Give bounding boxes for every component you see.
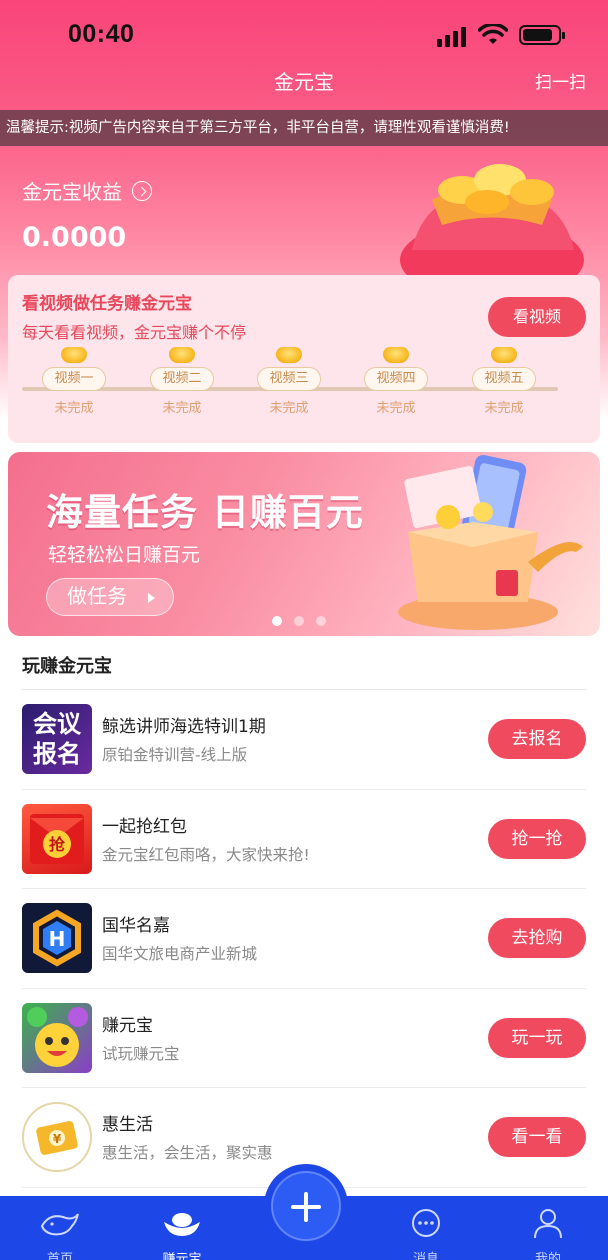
earnings-label: 金元宝收益 (22, 180, 122, 204)
ingot-icon (276, 347, 302, 363)
step-status: 未完成 (376, 401, 416, 416)
ingot-icon (164, 1213, 200, 1236)
chat-icon (412, 1209, 440, 1237)
status-time: 00:40 (68, 20, 135, 48)
list-item[interactable]: H 国华名嘉 国华文旅电商产业新城 去抢购 (0, 889, 608, 989)
video-task-card: 看视频做任务赚金元宝 每天看看视频，金元宝赚个不停 看视频 视频一 未完成 视频… (8, 275, 600, 443)
step-label: 视频二 (150, 367, 214, 391)
red-envelope-icon: 抢 (30, 813, 84, 864)
earnings-link[interactable]: 金元宝收益 (22, 176, 152, 205)
carousel-dot[interactable] (316, 616, 326, 626)
plus-icon[interactable] (271, 1171, 341, 1241)
earnings-value: 0.0000 (22, 222, 127, 253)
gift-box-illustration (398, 454, 583, 630)
video-step-3[interactable]: 视频三 未完成 (254, 347, 324, 416)
banner-headline: 海量任务 日赚百元 (46, 491, 364, 534)
thumb-text: ¥ (53, 1132, 62, 1146)
red-envelope-thumbnail: 抢 (22, 803, 92, 874)
step-status: 未完成 (54, 401, 94, 416)
huishenghuo-logo-thumbnail: ¥ (22, 1102, 92, 1172)
step-label: 视频一 (42, 367, 106, 391)
tab-home[interactable]: 首页 (20, 1206, 100, 1260)
scan-button[interactable]: 扫一扫 (535, 68, 586, 93)
meeting-signup-thumbnail: 会议报名 (22, 704, 92, 774)
tab-messages[interactable]: 消息 (386, 1206, 466, 1260)
item-name: 赚元宝 (102, 1015, 153, 1036)
step-label: 视频四 (364, 367, 428, 391)
ingot-icon (61, 347, 87, 363)
signal-icon (437, 27, 469, 47)
grab-button[interactable]: 抢一抢 (488, 818, 586, 859)
game-character-icon (27, 1006, 88, 1067)
coupon-icon: ¥ (36, 1121, 78, 1155)
tab-label: 赚元宝 (162, 1252, 202, 1260)
buy-button[interactable]: 去抢购 (488, 918, 586, 958)
tab-label: 消息 (412, 1252, 439, 1260)
item-description: 国华文旅电商产业新城 (102, 945, 258, 963)
video-step-1[interactable]: 视频一 未完成 (39, 347, 109, 416)
battery-icon (519, 25, 565, 45)
thumb-text: H (49, 927, 66, 951)
item-name: 惠生活 (102, 1115, 153, 1135)
task-title: 看视频做任务赚金元宝 (22, 294, 192, 314)
user-icon (534, 1209, 562, 1239)
step-label: 视频三 (257, 367, 321, 391)
item-name: 鲸选讲师海选特训1期 (102, 717, 266, 737)
item-description: 试玩赚元宝 (102, 1044, 180, 1063)
hexagon-logo-icon: H (33, 909, 81, 967)
item-name: 国华名嘉 (102, 916, 170, 936)
ingot-icon (383, 347, 409, 363)
banner-subtitle: 轻轻松松日赚百元 (48, 544, 201, 566)
list-item[interactable]: 赚元宝 试玩赚元宝 玩一玩 (0, 989, 608, 1089)
activity-list: 会议报名 鲸选讲师海选特训1期 原铂金特训营-线上版 去报名 抢 一起抢红包 金… (0, 690, 608, 1188)
step-status: 未完成 (162, 401, 202, 416)
chevron-right-icon (132, 180, 152, 201)
notice-banner: 温馨提示:视频广告内容来自于第三方平台，非平台自营，请理性观看谨慎消费! (0, 110, 608, 146)
tab-label: 我的 (534, 1252, 561, 1260)
section-title: 玩赚金元宝 (22, 656, 112, 677)
item-description: 金元宝红包雨咯，大家快来抢! (102, 845, 310, 864)
play-button[interactable]: 玩一玩 (488, 1017, 586, 1058)
carousel-dot[interactable] (272, 616, 282, 626)
game-thumbnail (22, 1002, 92, 1073)
item-description: 惠生活，会生活，聚实惠 (102, 1144, 273, 1162)
carousel-dots (272, 616, 326, 626)
item-description: 原铂金特训营-线上版 (102, 746, 248, 764)
tab-label: 首页 (46, 1252, 73, 1260)
list-item[interactable]: 会议报名 鲸选讲师海选特训1期 原铂金特训营-线上版 去报名 (0, 690, 608, 790)
wifi-icon (478, 24, 508, 44)
page-title: 金元宝 (274, 70, 334, 94)
watch-video-button[interactable]: 看视频 (488, 297, 586, 337)
promo-banner[interactable]: 海量任务 日赚百元 轻轻松松日赚百元 做任务 (8, 452, 600, 636)
money-bag-icon (400, 164, 584, 280)
video-step-2[interactable]: 视频二 未完成 (147, 347, 217, 416)
step-status: 未完成 (484, 401, 524, 416)
signup-button[interactable]: 去报名 (488, 719, 586, 759)
status-bar: 00:40 (0, 0, 608, 70)
tab-profile[interactable]: 我的 (508, 1206, 588, 1260)
ingot-icon (169, 347, 195, 363)
whale-icon (40, 1213, 79, 1236)
video-step-5[interactable]: 视频五 未完成 (469, 347, 539, 416)
step-label: 视频五 (472, 367, 536, 391)
guohua-logo-thumbnail: H (22, 903, 92, 973)
thumb-text: 抢 (49, 835, 66, 854)
item-name: 一起抢红包 (102, 816, 187, 837)
do-task-button[interactable]: 做任务 (46, 578, 174, 616)
video-step-4[interactable]: 视频四 未完成 (361, 347, 431, 416)
carousel-dot[interactable] (294, 616, 304, 626)
step-status: 未完成 (269, 401, 309, 416)
tab-earn-ingot[interactable]: 赚元宝 (142, 1206, 222, 1260)
view-button[interactable]: 看一看 (488, 1117, 586, 1157)
list-item[interactable]: 抢 一起抢红包 金元宝红包雨咯，大家快来抢! 抢一抢 (0, 790, 608, 890)
task-subtitle: 每天看看视频，金元宝赚个不停 (22, 323, 247, 342)
ingot-icon (491, 347, 517, 363)
